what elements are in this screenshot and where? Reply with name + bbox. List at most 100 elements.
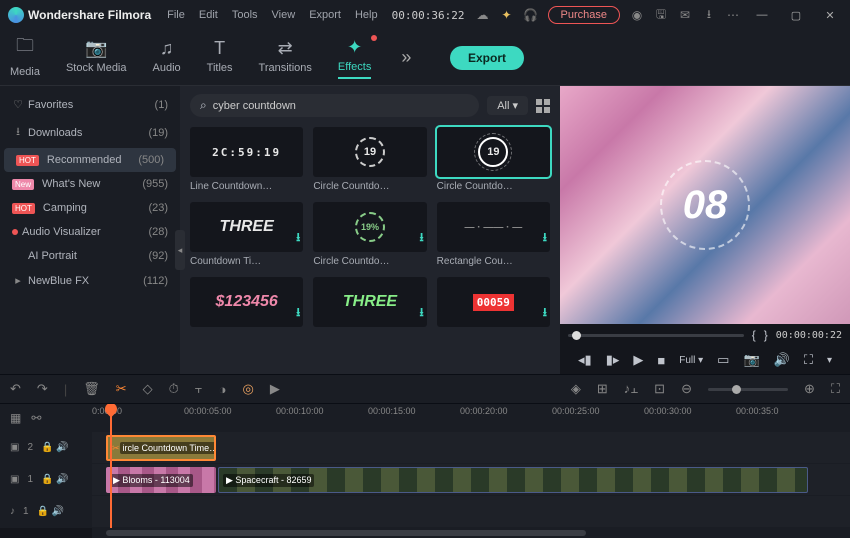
download-icon[interactable]: ⭳ xyxy=(702,8,716,22)
cloud-icon[interactable]: ☁ xyxy=(476,8,490,22)
prev-frame-button[interactable]: ◂▮ xyxy=(578,352,592,368)
track-header-fx2[interactable]: ▣ 2 🔒 🔊 xyxy=(0,432,92,463)
menu-export[interactable]: Export xyxy=(309,9,341,21)
effect-thumb[interactable]: 2C:59:19Line Countdown… xyxy=(190,127,303,192)
stop-button[interactable]: ■ xyxy=(657,353,665,368)
sidebar-item-whats-new[interactable]: NewWhat's New(955) xyxy=(0,172,180,196)
play-button[interactable]: ▶ xyxy=(633,352,643,368)
track-body[interactable]: ✂ircle Countdown Time… xyxy=(92,432,850,463)
step-back-button[interactable]: ▮▸ xyxy=(606,352,620,368)
sidebar-item-favorites[interactable]: ♡Favorites(1) xyxy=(0,92,180,117)
clip-video-spacecraft[interactable]: ▶ Spacecraft - 82659 xyxy=(218,467,808,493)
track-body[interactable]: ▶ Blooms - 113004 ▶ Spacecraft - 82659 xyxy=(92,464,850,495)
menu-edit[interactable]: Edit xyxy=(199,9,218,21)
record-icon[interactable]: ⊡ xyxy=(654,381,665,397)
effect-thumb[interactable]: — · —— · —⭳Rectangle Cou… xyxy=(437,202,550,267)
sidebar-item-recommended[interactable]: HOTRecommended(500) xyxy=(4,148,176,172)
search-input[interactable] xyxy=(213,100,469,112)
color-button[interactable]: ◑ xyxy=(219,382,227,397)
timeline-tracks: ▣ 2 🔒 🔊 ✂ircle Countdown Time… ▣ 1 🔒 🔊 ▶… xyxy=(0,432,850,528)
sidebar-item-audio-visualizer[interactable]: Audio Visualizer(28) xyxy=(0,220,180,244)
tab-media[interactable]: 🗀Media xyxy=(10,33,40,82)
main-menu: File Edit Tools View Export Help xyxy=(167,9,377,21)
snapshot-icon[interactable]: 📷 xyxy=(743,352,759,368)
timeline-ruler[interactable]: 0:00:00 00:00:05:00 00:00:10:00 00:00:15… xyxy=(92,404,850,432)
loop-start-icon[interactable]: { xyxy=(752,328,756,342)
markers-icon[interactable]: ⊞ xyxy=(597,381,608,397)
minimize-button[interactable]: ― xyxy=(750,9,774,21)
preview-more-icon[interactable]: ▾ xyxy=(827,355,832,366)
message-icon[interactable]: ✉ xyxy=(678,8,692,22)
tag-button[interactable]: ◇ xyxy=(143,381,153,397)
effect-thumb[interactable]: 00059⭳ xyxy=(437,277,550,327)
save-icon[interactable]: 🖫 xyxy=(654,8,668,22)
crop-button[interactable]: ⫟ xyxy=(195,381,203,397)
quality-selector[interactable]: Full ▾ xyxy=(679,355,703,366)
zoom-in-button[interactable]: ⊕ xyxy=(804,381,815,397)
tab-transitions[interactable]: ⇄Transitions xyxy=(259,38,312,78)
preview-scrubber[interactable]: { } 00:00:00:22 xyxy=(560,324,850,346)
zoom-fit-button[interactable]: ⛶ xyxy=(831,381,840,397)
close-button[interactable]: ✕ xyxy=(818,9,842,22)
display-mode-icon[interactable]: ▭ xyxy=(717,352,729,368)
effect-thumb[interactable]: 19%⭳Circle Countdo… xyxy=(313,202,426,267)
undo-button[interactable]: ↶ xyxy=(10,381,21,397)
download-icon: ⭳ xyxy=(296,303,300,324)
support-icon[interactable]: 🎧 xyxy=(524,8,538,22)
tab-titles[interactable]: TTitles xyxy=(207,38,233,78)
fullscreen-icon[interactable]: ⛶ xyxy=(804,352,813,368)
grid-view-icon[interactable] xyxy=(536,99,550,113)
more-icon[interactable]: ⋯ xyxy=(726,8,740,22)
menu-tools[interactable]: Tools xyxy=(232,9,258,21)
tab-stock-media[interactable]: 📷Stock Media xyxy=(66,38,127,78)
menu-view[interactable]: View xyxy=(272,9,296,21)
preview-viewport[interactable]: 08 xyxy=(560,86,850,324)
purchase-button[interactable]: Purchase xyxy=(548,6,620,24)
track-options-icon[interactable]: ▦ xyxy=(10,411,21,425)
effect-thumb[interactable]: 19Circle Countdo… xyxy=(437,127,550,192)
zoom-slider[interactable] xyxy=(708,388,788,391)
split-button[interactable]: ✂ xyxy=(116,381,127,397)
tab-audio[interactable]: ♫Audio xyxy=(153,38,181,78)
effect-thumb[interactable]: THREE⭳Countdown Ti… xyxy=(190,202,303,267)
link-icon[interactable]: ⚯ xyxy=(31,411,41,425)
tips-icon[interactable]: ✦ xyxy=(500,8,514,22)
playhead-line[interactable] xyxy=(110,432,112,528)
loop-end-icon[interactable]: } xyxy=(764,328,768,342)
menu-help[interactable]: Help xyxy=(355,9,378,21)
mixer-icon[interactable]: ◈ xyxy=(571,381,581,397)
clip-video-blooms[interactable]: ▶ Blooms - 113004 xyxy=(106,467,216,493)
clip-effect[interactable]: ✂ircle Countdown Time… xyxy=(106,435,216,461)
track-header-v1[interactable]: ▣ 1 🔒 🔊 xyxy=(0,464,92,495)
app-name: Wondershare Filmora xyxy=(28,8,151,22)
sidebar-item-newblue-fx[interactable]: ▸NewBlue FX(112) xyxy=(0,268,180,293)
render-button[interactable]: ▶ xyxy=(270,381,280,397)
sidebar-collapse-handle[interactable]: ◂ xyxy=(175,230,185,270)
maximize-button[interactable]: ▢ xyxy=(784,9,808,22)
sidebar-item-downloads[interactable]: ⭳Downloads(19) xyxy=(0,117,180,148)
tab-effects[interactable]: ✦Effects xyxy=(338,37,371,79)
zoom-out-button[interactable]: ⊖ xyxy=(681,381,692,397)
volume-icon[interactable]: 🔊 xyxy=(774,352,790,368)
effect-thumb[interactable]: 19Circle Countdo… xyxy=(313,127,426,192)
audio-mixer-icon[interactable]: ♪⫠ xyxy=(624,381,638,397)
sidebar-item-camping[interactable]: HOTCamping(23) xyxy=(0,196,180,220)
filter-all-button[interactable]: All ▾ xyxy=(487,96,528,115)
tabs-more-icon[interactable]: » xyxy=(401,47,411,68)
track-header-a1[interactable]: ♪ 1 🔒 🔊 xyxy=(0,496,92,527)
module-tabs: 🗀Media 📷Stock Media ♫Audio TTitles ⇄Tran… xyxy=(0,30,850,86)
audio-button[interactable]: ◎ xyxy=(243,381,254,397)
speed-button[interactable]: ⏱ xyxy=(169,381,179,397)
track-body[interactable] xyxy=(92,496,850,527)
playhead[interactable] xyxy=(110,404,112,432)
delete-button[interactable]: 🗑 xyxy=(83,381,100,397)
account-icon[interactable]: ◉ xyxy=(630,8,644,22)
sidebar-item-ai-portrait[interactable]: AI Portrait(92) xyxy=(0,244,180,268)
export-button[interactable]: Export xyxy=(450,46,524,70)
menu-file[interactable]: File xyxy=(167,9,185,21)
search-box[interactable]: ⌕ xyxy=(190,94,479,117)
redo-button[interactable]: ↷ xyxy=(37,381,48,397)
effect-thumb[interactable]: $123456⭳ xyxy=(190,277,303,327)
effect-thumb[interactable]: THREE⭳ xyxy=(313,277,426,327)
timeline-scrollbar[interactable] xyxy=(0,528,850,538)
